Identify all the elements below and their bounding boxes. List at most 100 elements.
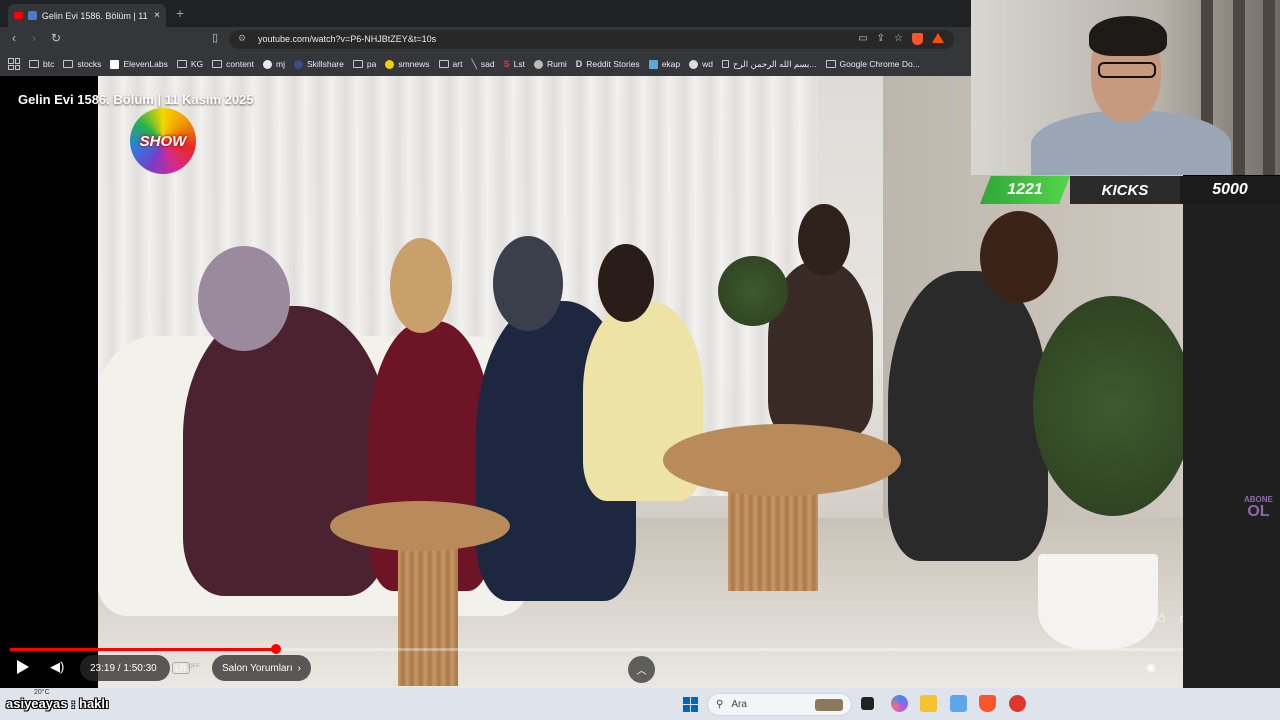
bookmark-pa[interactable]: pa bbox=[352, 59, 376, 69]
bookmark-label: Reddit Stories bbox=[586, 59, 640, 69]
channel-logo: SHOW bbox=[130, 108, 196, 174]
apps-icon[interactable] bbox=[8, 58, 20, 70]
task-view-icon[interactable] bbox=[861, 697, 874, 710]
head bbox=[390, 238, 452, 333]
like-icon[interactable]: 👍︎ bbox=[1152, 611, 1166, 627]
folder-icon bbox=[176, 60, 187, 68]
bookmark-sad[interactable]: ╲ sad bbox=[471, 59, 494, 70]
channel-logo-text: SHOW bbox=[139, 132, 187, 150]
bookmark-btc[interactable]: btc bbox=[29, 59, 54, 69]
bookmark-wd[interactable]: wd bbox=[689, 59, 713, 69]
video-actions: 👍︎ 👎︎ ▤ ↪ bbox=[1152, 611, 1183, 627]
file-explorer-icon[interactable] bbox=[920, 695, 937, 712]
url-field[interactable]: ⚙ youtube.com/watch?v=P6-NHJBtZEY&t=10s … bbox=[229, 30, 954, 49]
bookmark-smnews[interactable]: smnews bbox=[385, 59, 430, 69]
chapter-button[interactable]: Salon Yorumları › bbox=[212, 655, 311, 681]
snipping-tool-icon[interactable] bbox=[950, 695, 967, 712]
head bbox=[598, 244, 654, 322]
new-tab-button[interactable]: + bbox=[176, 5, 184, 21]
plant-pot bbox=[1038, 554, 1158, 649]
bookmark-arabic[interactable]: بسم الله الرحمن الرح... bbox=[722, 59, 817, 70]
screen: Gelin Evi 1586. Bölüm | 11 Kas × + ‹ › ↻… bbox=[0, 0, 1280, 720]
copilot-icon[interactable] bbox=[891, 695, 908, 712]
hijab bbox=[493, 236, 563, 331]
kicks-label: KICKS bbox=[1070, 176, 1180, 204]
close-tab-icon[interactable]: × bbox=[154, 10, 160, 21]
d-icon: D bbox=[575, 59, 583, 69]
browser-tab[interactable]: Gelin Evi 1586. Bölüm | 11 Kas × bbox=[8, 4, 166, 27]
bookmark-label: btc bbox=[43, 59, 55, 69]
share-page-icon[interactable]: ⇪ bbox=[877, 33, 885, 45]
elevenlabs-icon bbox=[110, 59, 120, 69]
kicks-goal-bar: 1221 KICKS 5000 bbox=[980, 176, 1280, 204]
side-panel bbox=[1183, 204, 1280, 688]
bookmark-label: mj bbox=[276, 59, 286, 69]
person bbox=[183, 306, 388, 596]
bookmark-lst[interactable]: S Lst bbox=[504, 59, 525, 69]
plant bbox=[718, 256, 788, 326]
streamer-hair bbox=[1089, 16, 1167, 56]
kicks-count: 1221 bbox=[980, 176, 1070, 204]
windows-icon[interactable] bbox=[683, 697, 698, 712]
progress-bar[interactable] bbox=[10, 644, 1183, 654]
bookmark-label: Lst bbox=[513, 59, 525, 69]
bookmark-kg[interactable]: KG bbox=[176, 59, 203, 69]
omnibox-actions: ▭ ⇪ ☆ bbox=[858, 33, 944, 45]
bookmark-chrome[interactable]: Google Chrome Do... bbox=[825, 59, 920, 69]
bookmark-art[interactable]: art bbox=[438, 59, 462, 69]
bookmark-label: content bbox=[226, 59, 255, 69]
head bbox=[798, 204, 850, 276]
back-icon[interactable]: ‹ bbox=[12, 31, 16, 45]
blind-stripe bbox=[1233, 0, 1245, 175]
brave-shield-icon[interactable] bbox=[912, 33, 923, 45]
chevron-up-icon[interactable]: ︿ bbox=[628, 656, 655, 683]
streamer-glasses bbox=[1098, 62, 1156, 78]
bookmarks-bar: btc stocks ElevenLabs KG content mj Skil… bbox=[0, 52, 971, 76]
webcam-overlay bbox=[971, 0, 1280, 175]
taskbar-search[interactable]: ⚲ Ara bbox=[707, 693, 852, 716]
bookmark-skillshare[interactable]: Skillshare bbox=[294, 59, 344, 69]
volume-icon[interactable]: ◀) bbox=[50, 659, 64, 675]
subscribe-watermark[interactable]: ABONE OL bbox=[1244, 496, 1273, 520]
github-icon bbox=[263, 59, 273, 69]
reload-icon[interactable]: ↻ bbox=[51, 31, 61, 45]
folder-icon bbox=[29, 60, 39, 68]
search-icon: ⚲ bbox=[716, 699, 724, 710]
s-icon: S bbox=[503, 59, 510, 69]
autoplay-toggle[interactable]: ◉ bbox=[1146, 661, 1156, 674]
bookmark-reddit-stories[interactable]: D Reddit Stories bbox=[576, 59, 640, 69]
site-info-icon[interactable]: ⚙ bbox=[238, 33, 246, 44]
search-highlight-icon bbox=[815, 698, 843, 711]
bookmark-content[interactable]: content bbox=[212, 59, 254, 69]
address-bar: ‹ › ↻ ▯ ⚙ youtube.com/watch?v=P6-NHJBtZE… bbox=[0, 27, 971, 52]
bookmark-label: بسم الله الرحمن الرح... bbox=[733, 58, 817, 69]
chapter-label: Salon Yorumları bbox=[222, 662, 293, 674]
chat-message: asiyeayas : haklı bbox=[6, 696, 109, 711]
app-icon[interactable] bbox=[1009, 695, 1026, 712]
forward-icon[interactable]: › bbox=[32, 31, 36, 45]
brave-rewards-icon[interactable] bbox=[932, 33, 944, 43]
cast-icon[interactable]: ▭ bbox=[858, 33, 867, 45]
bookmark-page-icon[interactable]: ☆ bbox=[894, 33, 903, 45]
bookmark-mj[interactable]: mj bbox=[263, 59, 285, 69]
bookmark-icon[interactable]: ▯ bbox=[212, 31, 218, 44]
loop-icon[interactable]: LR bbox=[172, 662, 190, 674]
time-text: 23:19 / 1:50:30 bbox=[90, 662, 157, 674]
wd-icon bbox=[689, 59, 699, 69]
play-icon[interactable] bbox=[17, 660, 29, 674]
hijab bbox=[198, 246, 290, 351]
weather-text: 20°C bbox=[34, 689, 50, 696]
video-title[interactable]: Gelin Evi 1586. Bölüm | 11 Kasım 2025 bbox=[18, 92, 254, 107]
taskbar: 20°C asiyeayas : haklı ⚲ Ara bbox=[0, 688, 1280, 720]
bookmark-stocks[interactable]: stocks bbox=[63, 59, 101, 69]
head bbox=[980, 211, 1058, 303]
table bbox=[330, 501, 510, 551]
bookmark-ekap[interactable]: ekap bbox=[648, 59, 680, 69]
youtube-icon bbox=[14, 12, 23, 19]
bookmark-label: smnews bbox=[398, 59, 430, 69]
bookmark-elevenlabs[interactable]: ElevenLabs bbox=[110, 59, 168, 69]
brave-browser-icon[interactable] bbox=[979, 695, 996, 712]
bookmark-rumi[interactable]: Rumi bbox=[533, 59, 567, 69]
folder-icon bbox=[212, 60, 223, 68]
progress-played bbox=[10, 648, 276, 651]
